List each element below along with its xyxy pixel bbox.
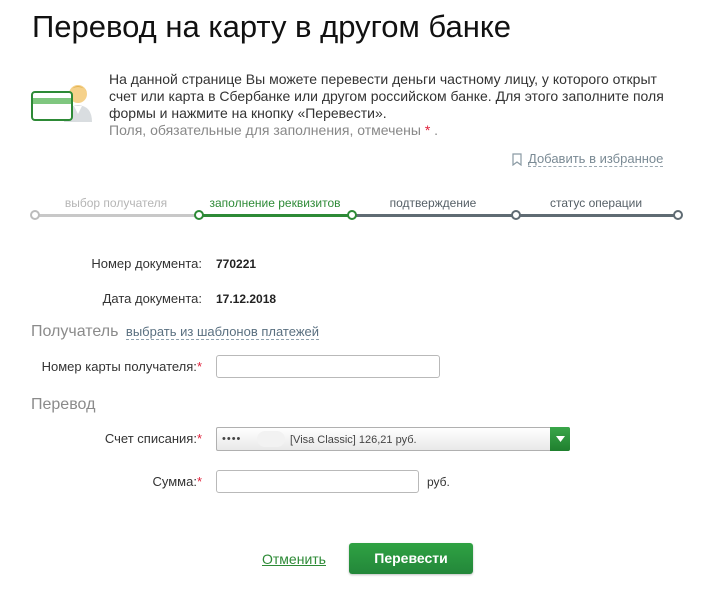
step-segment-1 <box>35 214 198 217</box>
card-transfer-icon <box>31 85 92 122</box>
amount-unit: руб. <box>427 475 450 489</box>
required-note-star: * <box>424 122 431 138</box>
amount-required: * <box>196 474 202 489</box>
document-number-label: Номер документа: <box>91 256 202 271</box>
required-note-end: . <box>434 122 439 138</box>
cancel-link[interactable]: Отменить <box>262 551 326 567</box>
account-masked-number: •••• <box>222 433 242 445</box>
account-hidden-digits <box>257 431 285 447</box>
dropdown-arrow-icon[interactable] <box>550 427 570 451</box>
account-select[interactable]: •••• [Visa Classic] 126,21 руб. <box>216 427 570 451</box>
step-dot-1 <box>30 210 40 220</box>
step-segment-2 <box>198 214 352 217</box>
document-date-value: 17.12.2018 <box>216 292 277 306</box>
account-label: Счет списания:* <box>105 431 202 446</box>
transfer-section-title: Перевод <box>31 396 96 413</box>
document-number-value: 770221 <box>216 257 257 271</box>
progress-steps: выбор получателя заполнение реквизитов п… <box>30 196 684 224</box>
chevron-down-icon <box>555 436 565 442</box>
step-select-recipient: выбор получателя <box>64 196 168 210</box>
amount-input[interactable] <box>216 470 419 493</box>
step-dot-4 <box>511 210 521 220</box>
add-to-favorites-button[interactable]: Добавить в избранное <box>512 151 664 167</box>
card-number-label-text: Номер карты получателя: <box>41 359 197 374</box>
card-number-input[interactable] <box>216 355 440 378</box>
step-dot-2 <box>194 210 204 220</box>
recipient-section: Получатель выбрать из шаблонов платежей <box>31 323 320 341</box>
document-date-label: Дата документа: <box>102 291 202 306</box>
step-fill-details: заполнение реквизитов <box>209 196 341 210</box>
amount-label: Сумма:* <box>152 474 202 489</box>
required-note-text: Поля, обязательные для заполнения, отмеч… <box>109 122 421 138</box>
page-title: Перевод на карту в другом банке <box>32 9 511 44</box>
step-dot-3 <box>347 210 357 220</box>
recipient-section-title: Получатель <box>31 323 119 340</box>
step-confirmation: подтверждение <box>389 196 477 210</box>
templates-link[interactable]: выбрать из шаблонов платежей <box>125 324 320 340</box>
card-number-required: * <box>196 359 202 374</box>
step-operation-status: статус операции <box>549 196 643 210</box>
step-dot-5 <box>673 210 683 220</box>
bookmark-icon <box>512 152 522 166</box>
add-to-favorites-label: Добавить в избранное <box>528 151 664 167</box>
account-label-text: Счет списания: <box>104 431 197 446</box>
required-note: Поля, обязательные для заполнения, отмеч… <box>109 122 679 139</box>
info-text: На данной странице Вы можете перевести д… <box>109 71 679 139</box>
card-number-label: Номер карты получателя:* <box>42 359 202 374</box>
account-selected-value: [Visa Classic] 126,21 руб. <box>290 434 417 446</box>
submit-button[interactable]: Перевести <box>349 543 473 574</box>
account-required: * <box>196 431 202 446</box>
info-description: На данной странице Вы можете перевести д… <box>109 71 664 121</box>
amount-label-text: Сумма: <box>152 474 197 489</box>
